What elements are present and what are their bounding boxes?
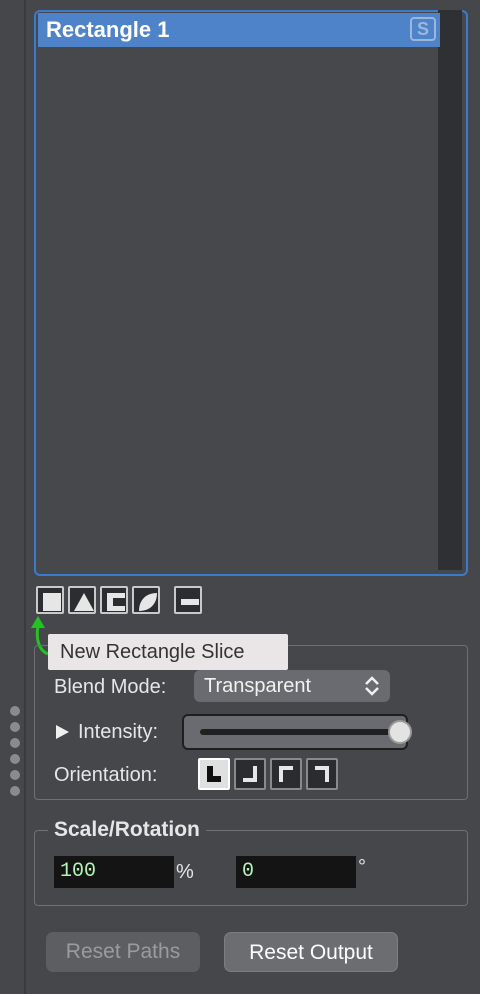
rotation-unit: ° [358, 856, 366, 878]
corner-top-right-icon [315, 766, 329, 782]
intensity-slider-bar [200, 729, 400, 735]
disclosure-triangle-icon[interactable] [54, 724, 70, 740]
solo-badge[interactable]: S [410, 17, 436, 41]
grip-dot [10, 738, 20, 748]
grip-dot [10, 706, 20, 716]
rotation-field[interactable]: 0 [236, 856, 356, 888]
tooltip: New Rectangle Slice [48, 634, 288, 670]
scale-unit: % [176, 861, 194, 883]
triangle-icon [74, 593, 94, 611]
blend-mode-label: Blend Mode: [54, 676, 167, 698]
slice-list-scrollbar[interactable] [438, 10, 462, 570]
grip-dot [10, 754, 20, 764]
minus-icon [181, 599, 199, 605]
orientation-label: Orientation: [54, 764, 158, 786]
orientation-bottom-right-button[interactable] [234, 758, 266, 790]
delete-slice-button[interactable] [174, 586, 202, 614]
intensity-slider-knob[interactable] [388, 720, 412, 744]
blend-mode-select[interactable]: Transparent [194, 670, 390, 702]
reset-output-button[interactable]: Reset Output [224, 932, 398, 972]
corner-bottom-right-icon [243, 766, 257, 782]
blend-mode-value: Transparent [204, 675, 312, 697]
new-bezier-slice-button[interactable] [132, 586, 160, 614]
panel-divider [24, 0, 26, 994]
chevron-updown-icon [365, 676, 379, 696]
grip-dot [10, 786, 20, 796]
orientation-top-left-button[interactable] [270, 758, 302, 790]
reset-paths-button[interactable]: Reset Paths [46, 932, 200, 972]
slice-list[interactable] [34, 10, 468, 576]
orientation-bottom-left-button[interactable] [198, 758, 230, 790]
slice-row-rectangle-1[interactable]: Rectangle 1 [38, 13, 440, 47]
leaf-icon [139, 593, 157, 611]
corner-bottom-left-icon [207, 766, 221, 782]
bracket-icon [107, 593, 125, 611]
scale-rotation-title: Scale/Rotation [48, 818, 206, 842]
corner-top-left-icon [279, 766, 293, 782]
grip-dot [10, 770, 20, 780]
new-triangle-slice-button[interactable] [68, 586, 96, 614]
orientation-top-right-button[interactable] [306, 758, 338, 790]
intensity-label: Intensity: [78, 721, 159, 743]
new-bracket-slice-button[interactable] [100, 586, 128, 614]
grip-dot [10, 722, 20, 732]
scale-field[interactable]: 100 [54, 856, 174, 888]
